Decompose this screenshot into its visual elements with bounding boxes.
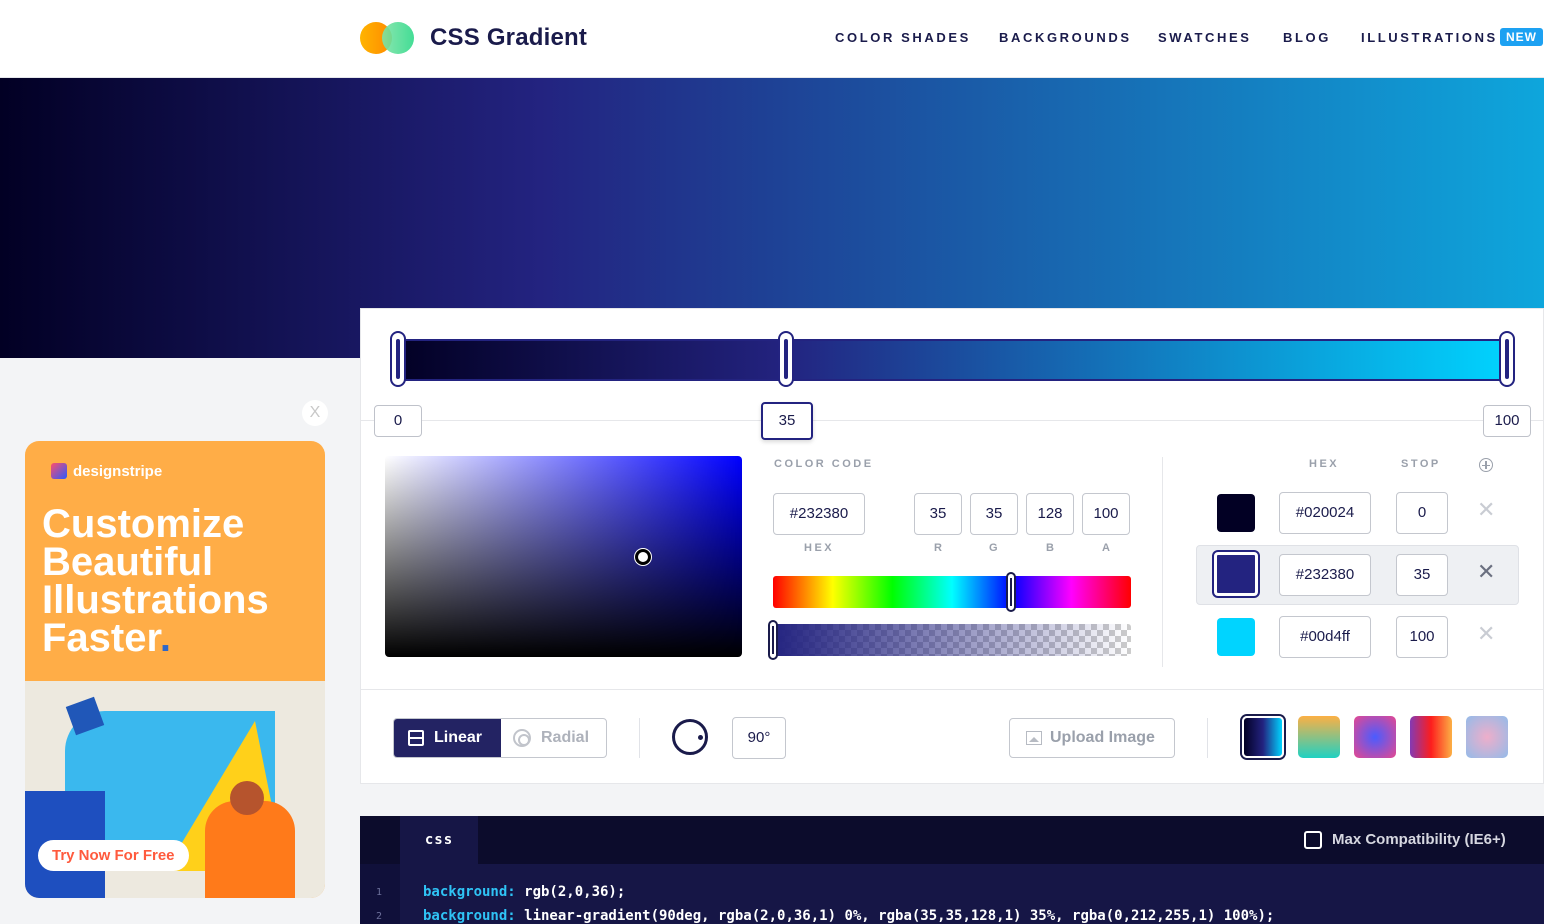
code-line[interactable]: background: linear-gradient(90deg, rgba(… <box>423 908 1274 924</box>
divider <box>361 689 1544 690</box>
hue-handle[interactable] <box>1006 572 1016 612</box>
new-badge: NEW <box>1500 28 1543 46</box>
divider <box>1207 718 1208 758</box>
max-compat-checkbox[interactable] <box>1304 831 1322 849</box>
divider-vertical <box>1162 457 1163 667</box>
logo-icon[interactable] <box>360 20 416 56</box>
divider <box>639 718 640 758</box>
stop-swatch-0[interactable] <box>1217 494 1255 532</box>
stop-value-0[interactable]: 0 <box>1396 492 1448 534</box>
code-prop: background: <box>423 884 516 900</box>
b-label: B <box>1046 542 1057 554</box>
preset-gradient-3[interactable] <box>1354 716 1396 758</box>
hex-input[interactable]: #232380 <box>773 493 865 535</box>
g-input[interactable]: 35 <box>970 493 1018 535</box>
hue-slider[interactable] <box>773 576 1131 608</box>
code-panel: css Max Compatibility (IE6+) 1 2 backgro… <box>360 816 1544 924</box>
linear-label: Linear <box>434 729 483 746</box>
stops-stop-header: STOP <box>1401 458 1441 470</box>
ad-headline: Customize Beautiful Illustrations Faster… <box>42 502 312 660</box>
saturation-picker[interactable] <box>385 456 742 657</box>
stop-position-100[interactable]: 100 <box>1483 405 1531 437</box>
ad-headline-text: Customize Beautiful Illustrations Faster <box>42 502 269 660</box>
upload-image-button[interactable]: Upload Image <box>1009 718 1175 758</box>
alpha-slider[interactable] <box>773 624 1131 656</box>
radial-label: Radial <box>541 729 590 746</box>
color-code-title: COLOR CODE <box>774 458 874 470</box>
angle-dial-icon[interactable] <box>672 719 708 755</box>
angle-input[interactable]: 90° <box>732 717 786 759</box>
alpha-handle[interactable] <box>768 620 778 660</box>
ad-brand: designstripe <box>51 463 162 480</box>
b-input[interactable]: 128 <box>1026 493 1074 535</box>
nav-color-shades[interactable]: COLOR SHADES <box>835 30 971 45</box>
linear-button[interactable]: Linear <box>394 719 501 757</box>
ad-brand-label: designstripe <box>73 463 163 480</box>
top-navbar: CSS Gradient COLOR SHADES BACKGROUNDS SW… <box>0 0 1544 78</box>
divider <box>361 420 1544 421</box>
preset-gradient-2[interactable] <box>1298 716 1340 758</box>
gradient-track[interactable] <box>393 339 1513 381</box>
preset-gradient-4[interactable] <box>1410 716 1452 758</box>
stop-position-35[interactable]: 35 <box>761 402 813 440</box>
gradient-editor: 0 35 100 COLOR CODE #232380 35 35 128 10… <box>360 308 1544 784</box>
stop-swatch-2[interactable] <box>1217 618 1255 656</box>
stop-handle-100[interactable] <box>1499 331 1515 387</box>
stop-value-2[interactable]: 100 <box>1396 616 1448 658</box>
code-line[interactable]: background: rgb(2,0,36); <box>423 884 625 900</box>
nav-blog[interactable]: BLOG <box>1283 30 1331 45</box>
code-value: linear-gradient(90deg, rgba(2,0,36,1) 0%… <box>515 908 1275 924</box>
brand-title[interactable]: CSS Gradient <box>430 24 587 52</box>
picker-cursor[interactable] <box>635 549 651 565</box>
tab-css[interactable]: css <box>400 816 478 864</box>
stop-handle-0[interactable] <box>390 331 406 387</box>
gradient-type-toggle: Linear Radial <box>393 718 607 758</box>
stop-handle-35[interactable] <box>778 331 794 387</box>
stops-hex-header: HEX <box>1309 458 1340 470</box>
remove-stop-0-icon[interactable]: ✕ <box>1477 497 1495 523</box>
radial-button[interactable]: Radial <box>501 719 606 757</box>
stop-hex-1[interactable]: #232380 <box>1279 554 1371 596</box>
preset-gradient-5[interactable] <box>1466 716 1508 758</box>
designstripe-logo-icon <box>51 463 67 479</box>
r-label: R <box>934 542 945 554</box>
max-compat-label[interactable]: Max Compatibility (IE6+) <box>1332 831 1506 848</box>
linear-icon <box>408 730 424 746</box>
code-value: rgb(2,0,36); <box>515 884 626 900</box>
a-input[interactable]: 100 <box>1082 493 1130 535</box>
radial-icon <box>513 729 531 747</box>
code-tabbar: css Max Compatibility (IE6+) <box>360 816 1544 864</box>
ad-banner[interactable]: designstripe Customize Beautiful Illustr… <box>25 441 325 898</box>
nav-backgrounds[interactable]: BACKGROUNDS <box>999 30 1132 45</box>
image-icon <box>1026 731 1042 745</box>
ad-close-button[interactable]: X <box>302 400 328 426</box>
r-input[interactable]: 35 <box>914 493 962 535</box>
nav-swatches[interactable]: SWATCHES <box>1158 30 1252 45</box>
line-number: 2 <box>376 911 383 922</box>
preset-gradient-1[interactable] <box>1242 716 1284 758</box>
ad-headline-dot: . <box>159 616 171 660</box>
hex-label: HEX <box>804 542 835 554</box>
ad-cta-button[interactable]: Try Now For Free <box>38 840 189 871</box>
remove-stop-2-icon[interactable]: ✕ <box>1477 621 1495 647</box>
add-stop-icon[interactable] <box>1479 458 1493 472</box>
a-label: A <box>1102 542 1113 554</box>
stop-position-0[interactable]: 0 <box>374 405 422 437</box>
remove-stop-1-icon[interactable]: ✕ <box>1477 559 1495 585</box>
stop-hex-0[interactable]: #020024 <box>1279 492 1371 534</box>
stop-hex-2[interactable]: #00d4ff <box>1279 616 1371 658</box>
stop-swatch-1[interactable] <box>1214 552 1258 596</box>
stop-value-1[interactable]: 35 <box>1396 554 1448 596</box>
code-prop: background: <box>423 908 516 924</box>
g-label: G <box>989 542 1001 554</box>
nav-illustrations[interactable]: ILLUSTRATIONS <box>1361 30 1498 45</box>
line-number: 1 <box>376 887 383 898</box>
upload-image-label: Upload Image <box>1050 729 1155 746</box>
